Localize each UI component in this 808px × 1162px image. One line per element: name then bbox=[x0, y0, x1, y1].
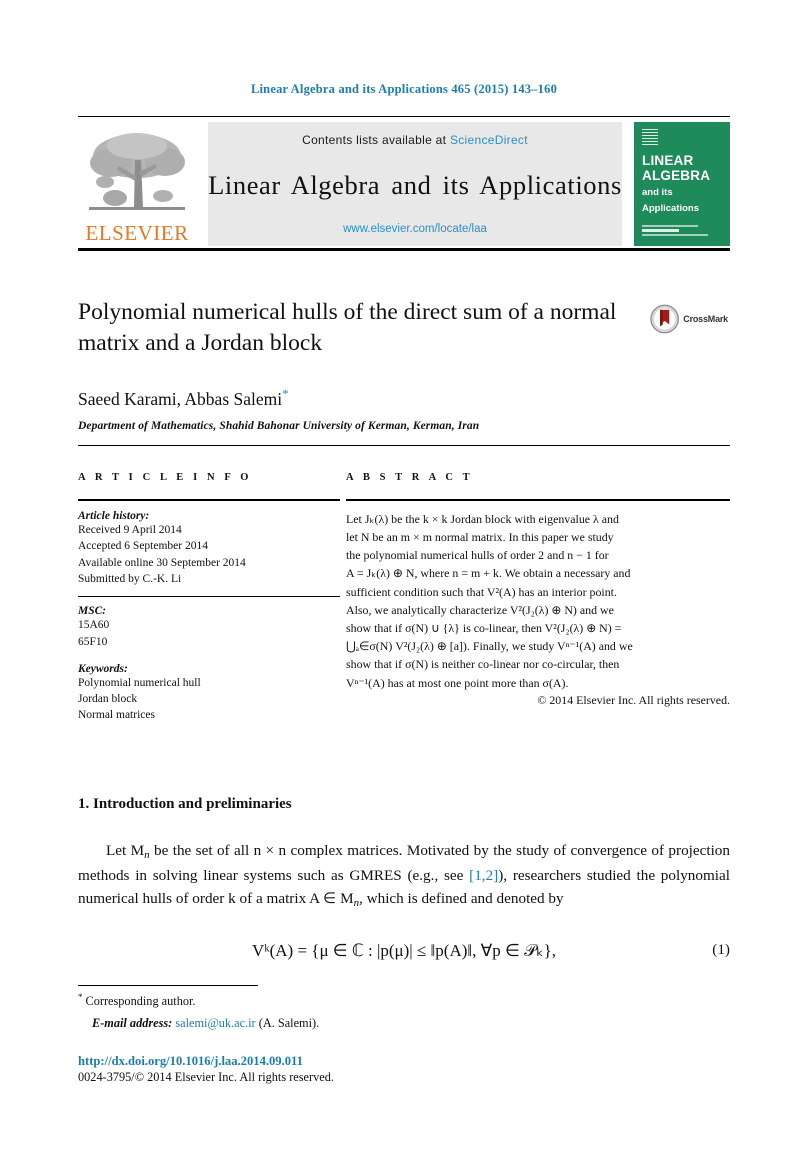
journal-cover-thumbnail: LINEAR ALGEBRA and its Applications bbox=[634, 122, 730, 246]
equation-number: (1) bbox=[712, 941, 730, 959]
corresponding-author-text: Corresponding author. bbox=[85, 994, 196, 1009]
corresponding-author-note: * Corresponding author. bbox=[78, 991, 730, 1010]
page-content: Linear Algebra and its Applications 465 … bbox=[78, 0, 730, 961]
footnote-area: * Corresponding author. E-mail address: s… bbox=[78, 985, 730, 1085]
cover-line-2: ALGEBRA bbox=[642, 168, 711, 184]
journal-title: Linear Algebra and its Applications bbox=[208, 169, 622, 200]
intro-paragraph: Let Mn be the set of all n × n complex m… bbox=[78, 839, 730, 911]
email-suffix: (A. Salemi). bbox=[258, 1016, 320, 1031]
abstract-line: show that if σ(N) ∪ {λ} is co-linear, th… bbox=[346, 621, 622, 636]
doi-link[interactable]: http://dx.doi.org/10.1016/j.laa.2014.09.… bbox=[78, 1054, 730, 1069]
cover-line-4: Applications bbox=[642, 202, 700, 214]
section-heading-introduction: 1. Introduction and preliminaries bbox=[78, 795, 292, 812]
history-item: Submitted by C.-K. Li bbox=[78, 572, 182, 585]
contents-lists-line: Contents lists available at ScienceDirec… bbox=[302, 133, 528, 147]
keywords-label: Keywords: bbox=[78, 662, 128, 675]
history-item: Accepted 6 September 2014 bbox=[78, 540, 208, 553]
keyword-item: Polynomial numerical hull bbox=[78, 676, 201, 689]
msc-item: 65F10 bbox=[78, 635, 108, 648]
title-bottom-rule bbox=[78, 444, 730, 446]
cover-elsevier-mark-icon bbox=[642, 129, 658, 147]
abstract-line: Also, we analytically characterize V²(J₂… bbox=[346, 602, 614, 617]
journal-masthead: ELSEVIER Contents lists available at Sci… bbox=[78, 116, 730, 251]
abstract-text: Let Jₖ(λ) be the k × k Jordan block with… bbox=[346, 510, 730, 692]
para-part-a: Let M bbox=[106, 841, 145, 859]
abstract-line: A = Jₖ(λ) ⊕ N, where n = m + k. We obtai… bbox=[346, 566, 631, 581]
info-abstract-columns: A R T I C L E I N F O Article history: R… bbox=[78, 472, 730, 724]
email-note: E-mail address: salemi@uk.ac.ir (A. Sale… bbox=[78, 1015, 730, 1032]
paper-page: Linear Algebra and its Applications 465 … bbox=[0, 0, 808, 1162]
crossmark-badge[interactable]: CrossMark bbox=[650, 301, 728, 337]
keyword-item: Normal matrices bbox=[78, 709, 155, 722]
masthead-bottom-rule bbox=[78, 248, 730, 251]
abstract-line: sufficient condition such that V²(A) has… bbox=[346, 584, 617, 599]
abstract-line: the polynomial numerical hulls of order … bbox=[346, 548, 609, 563]
article-info-divider bbox=[78, 596, 340, 598]
abstract-line: let N be an m × m normal matrix. In this… bbox=[346, 530, 614, 545]
journal-band: Contents lists available at ScienceDirec… bbox=[208, 122, 622, 246]
history-item: Received 9 April 2014 bbox=[78, 523, 182, 536]
abstract-copyright: © 2014 Elsevier Inc. All rights reserved… bbox=[537, 692, 730, 707]
running-head: Linear Algebra and its Applications 465 … bbox=[250, 82, 558, 96]
email-label: E-mail address: bbox=[92, 1016, 173, 1031]
article-info-heading: A R T I C L E I N F O bbox=[78, 471, 253, 483]
title-block: Polynomial numerical hulls of the direct… bbox=[78, 297, 730, 446]
keywords-block: Keywords: Polynomial numerical hull Jord… bbox=[78, 663, 340, 724]
article-info-rule bbox=[78, 498, 340, 501]
history-item: Available online 30 September 2014 bbox=[78, 556, 246, 569]
equation-1: Vᵏ(A) = {μ ∈ ℂ : |p(μ)| ≤ ‖p(A)‖, ∀p ∈ 𝒫… bbox=[78, 941, 730, 961]
contents-lists-prefix: Contents lists available at bbox=[302, 133, 447, 147]
sciencedirect-link[interactable]: ScienceDirect bbox=[450, 133, 528, 147]
abstract-line: show that if σ(N) is neither co-linear n… bbox=[346, 657, 620, 672]
corresponding-author-marker[interactable]: * bbox=[282, 386, 289, 401]
abstract-line: Vⁿ⁻¹(A) has at most one point more than … bbox=[346, 675, 569, 690]
msc-item: 15A60 bbox=[78, 619, 110, 632]
author-names: Saeed Karami, Abbas Salemi bbox=[78, 388, 283, 409]
article-info-column: A R T I C L E I N F O Article history: R… bbox=[78, 472, 340, 724]
cover-footer-marks bbox=[642, 225, 722, 238]
elsevier-wordmark: ELSEVIER bbox=[85, 221, 189, 245]
elsevier-tree-icon bbox=[85, 130, 189, 222]
cover-line-3: and its bbox=[642, 187, 673, 199]
author-list: Saeed Karami, Abbas Salemi* bbox=[78, 386, 730, 410]
msc-label: MSC: bbox=[78, 605, 107, 618]
elsevier-logo: ELSEVIER bbox=[78, 122, 196, 246]
affiliation: Department of Mathematics, Shahid Bahona… bbox=[78, 419, 480, 432]
citation-link-1-2[interactable]: [1,2] bbox=[469, 867, 498, 884]
email-link[interactable]: salemi@uk.ac.ir bbox=[175, 1016, 255, 1030]
article-history-block: Article history: Received 9 April 2014 A… bbox=[78, 510, 340, 587]
abstract-column: A B S T R A C T Let Jₖ(λ) be the k × k J… bbox=[346, 472, 730, 724]
page-title: Polynomial numerical hulls of the direct… bbox=[78, 299, 617, 357]
doi-block: http://dx.doi.org/10.1016/j.laa.2014.09.… bbox=[78, 1054, 730, 1085]
footnote-star-marker: * bbox=[78, 992, 83, 1002]
msc-block: MSC: 15A60 65F10 bbox=[78, 605, 340, 650]
abstract-rule bbox=[346, 498, 730, 501]
abstract-heading: A B S T R A C T bbox=[346, 471, 474, 483]
crossmark-icon bbox=[650, 304, 679, 334]
cover-line-1: LINEAR bbox=[642, 153, 694, 168]
para-part-d: , which is defined and denoted by bbox=[359, 889, 564, 907]
abstract-line: Let Jₖ(λ) be the k × k Jordan block with… bbox=[346, 511, 619, 526]
journal-homepage-link[interactable]: www.elsevier.com/locate/laa bbox=[343, 223, 487, 235]
abstract-line: ⋃ₐ∈σ(N) V²(J₂(λ) ⊕ [a]). Finally, we stu… bbox=[346, 639, 633, 654]
crossmark-label: CrossMark bbox=[683, 314, 728, 324]
article-history-label: Article history: bbox=[78, 509, 150, 522]
keyword-item: Jordan block bbox=[78, 693, 138, 706]
equation-body: Vᵏ(A) = {μ ∈ ℂ : |p(μ)| ≤ ‖p(A)‖, ∀p ∈ 𝒫… bbox=[251, 941, 557, 961]
issn-copyright-line: 0024-3795/© 2014 Elsevier Inc. All right… bbox=[78, 1070, 334, 1085]
footnote-rule bbox=[78, 985, 258, 986]
